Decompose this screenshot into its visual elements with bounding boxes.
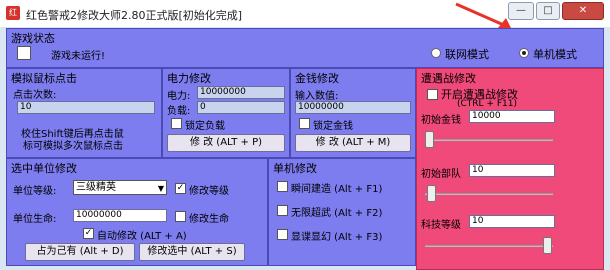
encounter-shortcut: (CTRL + F11) (457, 99, 517, 109)
lock-money-checkbox[interactable] (299, 118, 310, 129)
modify-selected-button[interactable]: 修改选中 (ALT + S) (139, 243, 245, 261)
initial-units-label: 初始部队 (421, 169, 461, 180)
money-input-label: 输入数值: (295, 91, 339, 102)
unit-life-field[interactable]: 10000000 (73, 209, 167, 222)
online-mode-label: 联网模式 (445, 48, 489, 61)
unit-level-value: 三级精英 (76, 182, 116, 193)
initial-money-label: 初始金钱 (421, 115, 461, 126)
instant-build-checkbox[interactable] (277, 181, 288, 192)
modify-power-button[interactable]: 修 改 (ALT + P) (167, 134, 285, 152)
single-mode-panel: 单机修改 瞬间建造 (Alt + F1) 无限超武 (Alt + F2) 显谍显… (268, 158, 416, 266)
mouse-sim-title: 模拟鼠标点击 (11, 72, 77, 85)
initial-money-field[interactable]: 10000 (469, 110, 555, 123)
single-mode-title: 单机修改 (273, 162, 317, 175)
maximize-button[interactable]: □ (536, 2, 560, 20)
modify-money-button[interactable]: 修 改 (ALT + M) (295, 134, 411, 152)
unit-life-label: 单位生命: (13, 214, 57, 225)
single-mode-radio[interactable] (519, 48, 529, 58)
single-mode-label: 单机模式 (533, 48, 577, 61)
auto-modify-label: 自动修改 (ALT + A) (97, 231, 187, 242)
click-count-label: 点击次数: (13, 90, 57, 101)
load-field[interactable]: 0 (197, 101, 285, 114)
slider-track (425, 245, 553, 247)
modify-level-checkbox[interactable]: ✓ (175, 183, 186, 194)
modify-life-label: 修改生命 (189, 214, 229, 225)
online-mode-radio[interactable] (431, 48, 441, 58)
tech-level-slider[interactable] (425, 235, 553, 257)
tech-level-label: 科技等级 (421, 220, 461, 231)
unlimited-superweapon-checkbox[interactable] (277, 205, 288, 216)
power-field[interactable]: 10000000 (197, 86, 285, 99)
select-unit-panel: 选中单位修改 单位等级: 三级精英 ▼ ✓ 修改等级 单位生命: 1000000… (6, 158, 268, 266)
initial-units-field[interactable]: 10 (469, 164, 555, 177)
unit-level-label: 单位等级: (13, 186, 57, 197)
slider-thumb[interactable] (427, 185, 436, 202)
take-ownership-button[interactable]: 占为己有 (Alt + D) (25, 243, 135, 261)
power-label: 电力: (167, 91, 191, 102)
modify-life-checkbox[interactable] (175, 211, 186, 222)
initial-units-slider[interactable] (425, 183, 553, 205)
game-status-title: 游戏状态 (11, 32, 55, 45)
game-status-text: 游戏未运行! (51, 51, 106, 62)
slider-thumb[interactable] (543, 237, 552, 254)
slider-thumb[interactable] (425, 131, 434, 148)
reveal-spies-label: 显谍显幻 (Alt + F3) (291, 232, 383, 243)
load-label: 负载: (167, 106, 191, 117)
encounter-panel: 遭遇战修改 开启遭遇战修改 (CTRL + F11) 初始金钱 10000 初始… (416, 68, 604, 270)
tech-level-field[interactable]: 10 (469, 215, 555, 228)
lock-load-label: 锁定负载 (185, 121, 225, 132)
slider-track (425, 193, 553, 195)
close-button[interactable]: ✕ (562, 2, 604, 20)
encounter-enable-checkbox[interactable] (427, 89, 438, 100)
mouse-sim-hint-line2: 标可模拟多次鼠标点击 (23, 141, 123, 152)
money-title: 金钱修改 (295, 72, 339, 85)
modify-level-label: 修改等级 (189, 186, 229, 197)
unit-level-select[interactable]: 三级精英 ▼ (73, 180, 167, 195)
auto-modify-checkbox[interactable]: ✓ (83, 228, 94, 239)
lock-money-label: 锁定金钱 (313, 121, 353, 132)
main-window: 红 红色警戒2修改大师2.80正式版[初始化完成] — □ ✕ 游戏状态 游戏未… (0, 0, 610, 270)
slider-track (425, 139, 553, 141)
reveal-spies-checkbox[interactable] (277, 229, 288, 240)
game-status-panel: 游戏状态 游戏未运行! 联网模式 单机模式 (6, 28, 604, 68)
initial-money-slider[interactable] (425, 129, 553, 151)
unlimited-superweapon-label: 无限超武 (Alt + F2) (291, 208, 383, 219)
mouse-sim-panel: 模拟鼠标点击 点击次数: 10 校住Shift键后再点击鼠 标可模拟多次鼠标点击 (6, 68, 162, 158)
power-panel: 电力修改 电力: 10000000 负载: 0 锁定负载 修 改 (ALT + … (162, 68, 290, 158)
power-title: 电力修改 (167, 72, 211, 85)
money-panel: 金钱修改 输入数值: 10000000 锁定金钱 修 改 (ALT + M) (290, 68, 416, 158)
window-title: 红色警戒2修改大师2.80正式版[初始化完成] (26, 9, 243, 22)
encounter-title: 遭遇战修改 (421, 72, 476, 85)
click-count-field[interactable]: 10 (17, 101, 155, 114)
instant-build-label: 瞬间建造 (Alt + F1) (291, 184, 383, 195)
app-icon: 红 (6, 6, 20, 20)
game-status-checkbox[interactable] (17, 46, 31, 60)
select-unit-title: 选中单位修改 (11, 162, 77, 175)
chevron-down-icon: ▼ (157, 184, 164, 193)
lock-load-checkbox[interactable] (171, 118, 182, 129)
money-field[interactable]: 10000000 (295, 101, 411, 114)
